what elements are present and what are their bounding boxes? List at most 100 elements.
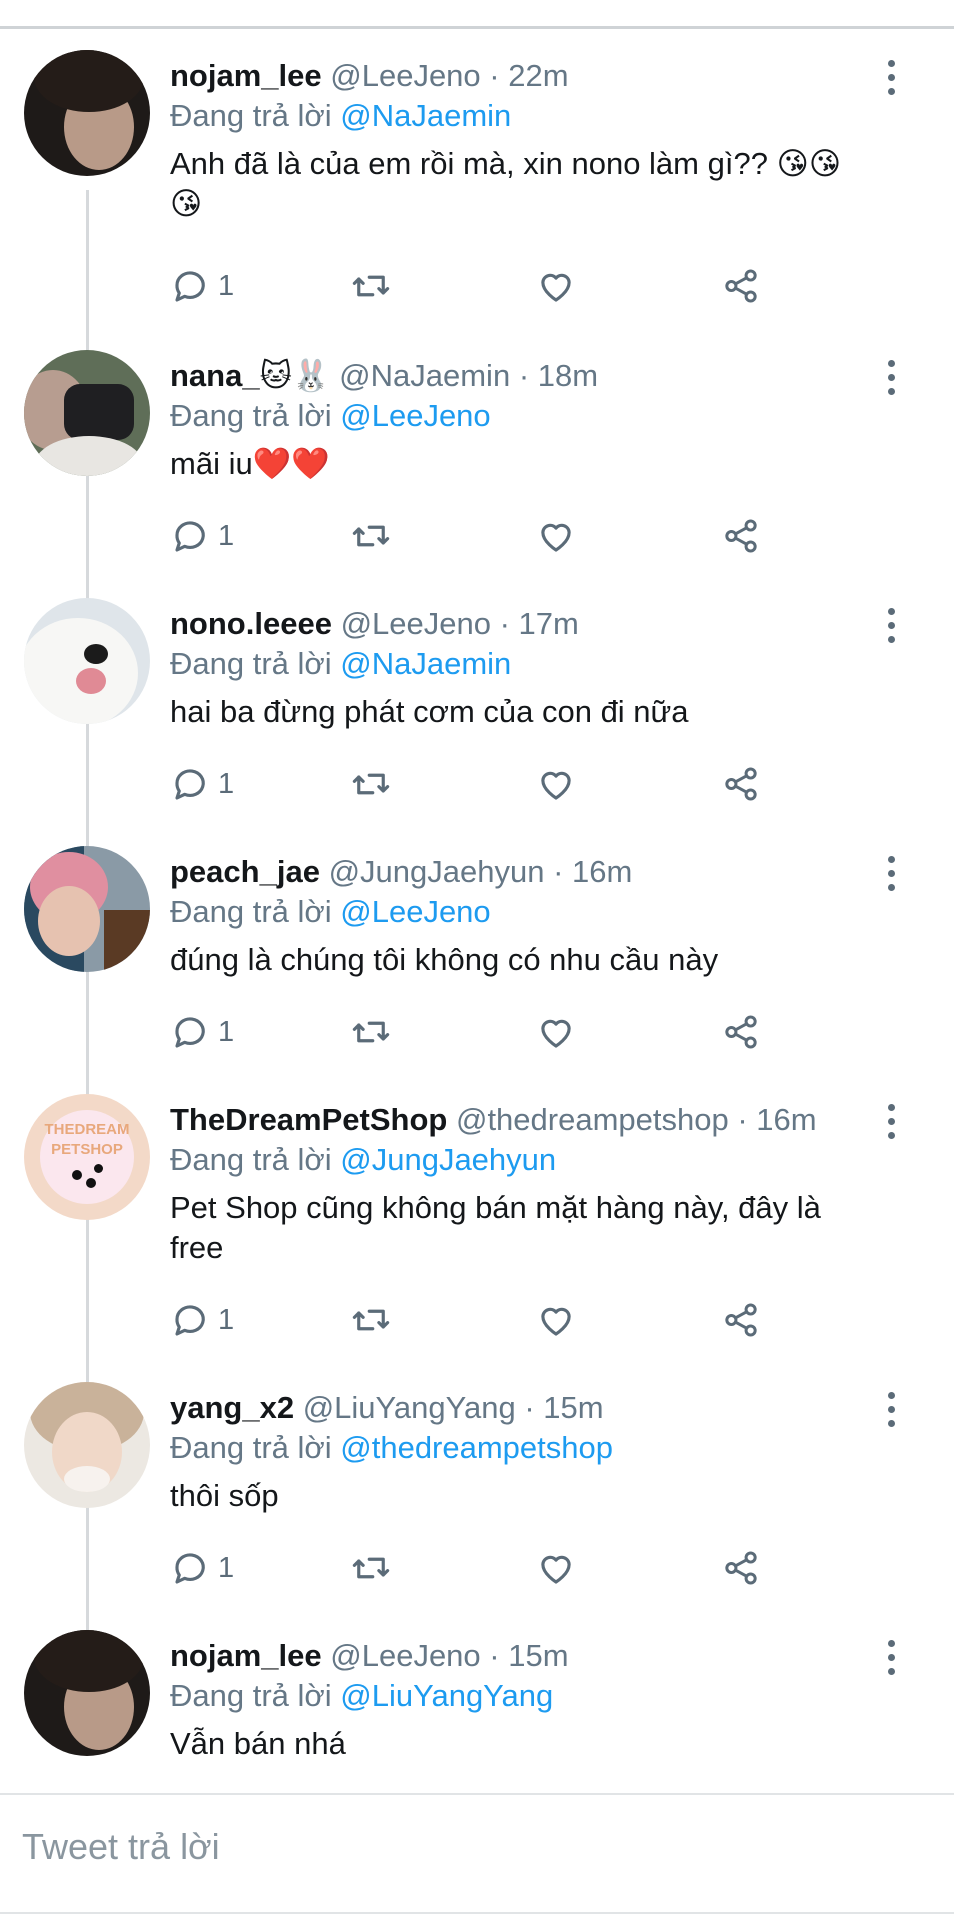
mention-link[interactable]: @LiuYangYang <box>340 1678 553 1713</box>
tweet-actions: 1 <box>170 264 790 308</box>
timestamp: · 17m <box>499 606 579 641</box>
avatar[interactable] <box>24 598 150 724</box>
handle[interactable]: @NaJaemin <box>339 358 510 393</box>
bottom-divider <box>0 1912 954 1914</box>
handle[interactable]: @JungJaehyun <box>329 854 545 889</box>
tweet-text: hai ba đừng phát cơm của con đi nữa <box>170 694 689 729</box>
mention-link[interactable]: @LeeJeno <box>340 398 490 433</box>
retweet-button[interactable] <box>350 264 392 308</box>
avatar[interactable] <box>24 846 150 972</box>
avatar[interactable] <box>24 350 150 476</box>
reply-compose-input[interactable]: Tweet trả lời <box>22 1826 220 1868</box>
mention-link[interactable]: @LeeJeno <box>340 894 490 929</box>
reply-button[interactable]: 1 <box>170 1546 234 1590</box>
reply-button[interactable]: 1 <box>170 264 234 308</box>
tweet-text-content: mãi iu <box>170 446 253 481</box>
display-name[interactable]: nana_ <box>170 358 260 393</box>
tweet-actions: 1 <box>170 1546 790 1590</box>
replying-to: Đang trả lời @LeeJeno <box>170 892 491 932</box>
reply-icon <box>175 1553 205 1584</box>
replying-to-label: Đang trả lời <box>170 1678 332 1713</box>
avatar[interactable]: THEDREAM PETSHOP <box>24 1094 150 1220</box>
reply-icon <box>175 271 205 302</box>
replying-to-label: Đang trả lời <box>170 646 332 681</box>
timestamp: · 15m <box>524 1390 604 1425</box>
more-options-icon[interactable] <box>888 60 896 100</box>
like-button[interactable] <box>535 514 577 558</box>
retweet-button[interactable] <box>350 762 392 806</box>
retweet-button[interactable] <box>350 1010 392 1054</box>
heart-icon <box>541 273 571 302</box>
heart-icon <box>541 771 571 800</box>
retweet-button[interactable] <box>350 1546 392 1590</box>
more-options-icon[interactable] <box>888 1104 896 1144</box>
tweet-header: peach_jae @JungJaehyun · 16m <box>170 852 632 892</box>
display-name[interactable]: TheDreamPetShop <box>170 1102 447 1137</box>
compose-divider <box>0 1793 954 1795</box>
retweet-button[interactable] <box>350 1298 392 1342</box>
mention-link[interactable]: @NaJaemin <box>340 646 511 681</box>
avatar[interactable] <box>24 1630 150 1756</box>
avatar[interactable] <box>24 1382 150 1508</box>
display-name[interactable]: yang_x2 <box>170 1390 294 1425</box>
replying-to: Đang trả lời @LiuYangYang <box>170 1676 553 1716</box>
replying-to-label: Đang trả lời <box>170 398 332 433</box>
handle[interactable]: @LeeJeno <box>330 58 480 93</box>
reply-count: 1 <box>218 519 235 552</box>
like-button[interactable] <box>535 1298 577 1342</box>
share-icon <box>725 1015 757 1049</box>
more-options-icon[interactable] <box>888 1640 896 1680</box>
reply-button[interactable]: 1 <box>170 514 234 558</box>
tweet-actions: 1 <box>170 1010 790 1054</box>
mention-link[interactable]: @NaJaemin <box>340 98 511 133</box>
like-button[interactable] <box>535 264 577 308</box>
display-name[interactable]: nono.leeee <box>170 606 332 641</box>
retweet-icon <box>352 525 390 547</box>
retweet-icon <box>352 773 390 795</box>
tweet-header: nana_🐱🐰 @NaJaemin · 18m <box>170 356 598 396</box>
tweet-actions: 1 <box>170 762 790 806</box>
mention-link[interactable]: @thedreampetshop <box>340 1430 613 1465</box>
reply-count: 1 <box>218 767 235 800</box>
reply-button[interactable]: 1 <box>170 1010 234 1054</box>
share-button[interactable] <box>720 1010 762 1054</box>
handle[interactable]: @LiuYangYang <box>303 1390 516 1425</box>
reply-button[interactable]: 1 <box>170 762 234 806</box>
display-name[interactable]: peach_jae <box>170 854 320 889</box>
reply-button[interactable]: 1 <box>170 1298 234 1342</box>
heart-icon <box>541 1307 571 1336</box>
replying-to: Đang trả lời @thedreampetshop <box>170 1428 613 1468</box>
reply-icon <box>175 1017 205 1048</box>
share-icon <box>725 1551 757 1585</box>
handle[interactable]: @LeeJeno <box>341 606 491 641</box>
share-icon <box>725 519 757 553</box>
share-button[interactable] <box>720 762 762 806</box>
like-button[interactable] <box>535 1546 577 1590</box>
timestamp: · 18m <box>518 358 599 393</box>
replying-to: Đang trả lời @NaJaemin <box>170 96 511 136</box>
share-icon <box>725 269 757 303</box>
share-button[interactable] <box>720 1546 762 1590</box>
more-options-icon[interactable] <box>888 856 896 896</box>
share-button[interactable] <box>720 264 762 308</box>
like-button[interactable] <box>535 1010 577 1054</box>
petshop-logo-text: THEDREAM PETSHOP <box>44 1121 130 1158</box>
more-options-icon[interactable] <box>888 608 896 648</box>
mention-link[interactable]: @JungJaehyun <box>340 1142 556 1177</box>
display-name[interactable]: nojam_lee <box>170 58 322 93</box>
tweet-text: đúng là chúng tôi không có nhu cầu này <box>170 942 719 977</box>
retweet-button[interactable] <box>350 514 392 558</box>
avatar[interactable] <box>24 50 150 176</box>
reply-count: 1 <box>218 1303 235 1336</box>
share-button[interactable] <box>720 514 762 558</box>
share-button[interactable] <box>720 1298 762 1342</box>
timestamp: · 16m <box>737 1102 817 1137</box>
name-emojis: 🐱🐰 <box>259 358 331 393</box>
more-options-icon[interactable] <box>888 1392 896 1432</box>
handle[interactable]: @LeeJeno <box>330 1638 480 1673</box>
more-options-icon[interactable] <box>888 360 896 400</box>
handle[interactable]: @thedreampetshop <box>456 1102 729 1137</box>
display-name[interactable]: nojam_lee <box>170 1638 322 1673</box>
tweet-text: Pet Shop cũng không bán mặt hàng này, đâ… <box>170 1190 821 1265</box>
like-button[interactable] <box>535 762 577 806</box>
